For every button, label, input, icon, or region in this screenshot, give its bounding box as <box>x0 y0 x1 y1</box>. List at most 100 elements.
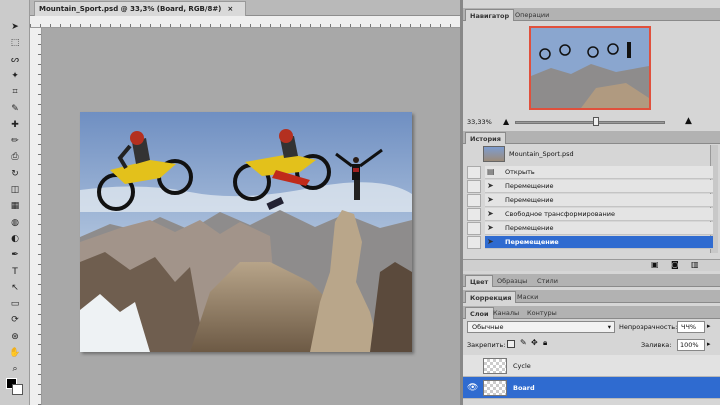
history-item-label: Перемещение <box>505 196 554 204</box>
history-tabs: История <box>463 131 720 144</box>
document-title: Mountain_Sport.psd @ 33,3% (Board, RGB/8… <box>39 5 222 13</box>
history-state-checkbox[interactable] <box>467 194 481 207</box>
zoom-out-icon[interactable]: ▲ <box>503 117 509 126</box>
adjustments-tabs: Коррекция Маски <box>463 290 720 303</box>
layer-name[interactable]: Cycle <box>513 355 531 377</box>
lasso-icon[interactable]: ᔕ <box>7 53 23 67</box>
history-item[interactable]: ➤ Перемещение <box>485 236 713 249</box>
zoom-in-icon[interactable]: ▲ <box>685 116 692 126</box>
history-state-checkbox[interactable] <box>467 180 481 193</box>
zoom-slider-handle[interactable] <box>593 117 599 126</box>
3d-rotate-icon[interactable]: ⟳ <box>7 313 23 327</box>
path-select-icon[interactable]: ↖ <box>7 281 23 295</box>
trash-icon[interactable]: ▥ <box>691 260 699 269</box>
vertical-ruler[interactable] <box>30 28 42 405</box>
lock-move-icon[interactable]: ✥ <box>531 338 538 347</box>
tab-operations[interactable]: Операции <box>511 9 553 21</box>
type-icon[interactable]: T <box>7 265 23 279</box>
visibility-eye-icon[interactable]: 👁︎ <box>467 381 479 395</box>
navigator-preview[interactable] <box>529 26 651 110</box>
layer-thumbnail[interactable] <box>483 380 507 396</box>
fill-field[interactable]: 100% <box>677 339 705 351</box>
fill-dropdown-icon[interactable]: ▸ <box>707 340 711 348</box>
history-state-checkbox[interactable] <box>467 166 481 179</box>
move-icon[interactable]: ➤ <box>7 20 23 34</box>
navigator-zoom-value[interactable]: 33,33% <box>467 118 492 126</box>
brush-icon[interactable]: ✏ <box>7 134 23 148</box>
blend-mode-value: Обычные <box>472 323 504 331</box>
zoom-slider[interactable] <box>515 121 665 124</box>
pen-icon[interactable]: ✒ <box>7 248 23 262</box>
history-footer <box>463 259 720 271</box>
gradient-icon[interactable]: ▦ <box>7 199 23 213</box>
healing-brush-icon[interactable]: ✚ <box>7 118 23 132</box>
tab-adjustments[interactable]: Коррекция <box>465 291 517 303</box>
open-document-icon: ▤ <box>487 167 495 176</box>
layer-row[interactable]: Cycle <box>463 355 720 377</box>
new-snapshot-icon[interactable]: ◙ <box>671 260 679 269</box>
tab-masks[interactable]: Маски <box>513 291 542 303</box>
move-tool-icon: ➤ <box>487 223 494 232</box>
opacity-label: Непрозрачность: <box>619 323 678 331</box>
color-tabs: Цвет Образцы Стили <box>463 274 720 287</box>
zoom-icon[interactable]: ⌕ <box>7 362 23 376</box>
history-state-checkbox[interactable] <box>467 208 481 221</box>
history-item[interactable]: ➤ Свободное трансформирование <box>485 208 713 221</box>
magic-wand-icon[interactable]: ✦ <box>7 69 23 83</box>
lock-brush-icon[interactable]: ✎ <box>520 338 527 347</box>
document-tab[interactable]: Mountain_Sport.psd @ 33,3% (Board, RGB/8… <box>34 1 246 16</box>
move-tool-icon: ➤ <box>487 237 494 246</box>
history-item-label: Перемещение <box>505 182 554 190</box>
history-item[interactable]: ➤ Перемещение <box>485 180 713 193</box>
layer-name[interactable]: Board <box>513 377 535 399</box>
tab-color[interactable]: Цвет <box>465 275 494 287</box>
history-item-label: Открыть <box>505 168 535 176</box>
tab-navigator[interactable]: Навигатор <box>465 9 515 21</box>
crop-icon[interactable]: ⌗ <box>7 85 23 99</box>
shape-icon[interactable]: ▭ <box>7 297 23 311</box>
layers-tabs: Слои Каналы Контуры <box>463 306 720 319</box>
eraser-icon[interactable]: ◫ <box>7 183 23 197</box>
history-state-checkbox[interactable] <box>467 222 481 235</box>
history-item[interactable]: ➤ Перемещение <box>485 194 713 207</box>
eyedropper-icon[interactable]: ✎ <box>7 102 23 116</box>
3d-orbit-icon[interactable]: ⊛ <box>7 330 23 344</box>
visibility-eye-icon[interactable] <box>467 359 479 373</box>
tab-paths[interactable]: Контуры <box>523 307 561 319</box>
history-brush-icon[interactable]: ↻ <box>7 167 23 181</box>
opacity-dropdown-icon[interactable]: ▸ <box>707 322 711 330</box>
fill-label: Заливка: <box>641 341 672 349</box>
opacity-field[interactable]: ЧЧ% <box>677 321 705 333</box>
dodge-icon[interactable]: ◐ <box>7 232 23 246</box>
layer-thumbnail[interactable] <box>483 358 507 374</box>
history-snapshot-thumb[interactable] <box>483 146 505 162</box>
tab-channels[interactable]: Каналы <box>489 307 523 319</box>
history-snapshot-name[interactable]: Mountain_Sport.psd <box>509 150 574 158</box>
tab-history[interactable]: История <box>465 132 506 144</box>
history-item[interactable]: ▤ Открыть <box>485 166 713 179</box>
history-item[interactable]: ➤ Перемещение <box>485 222 713 235</box>
tab-swatches[interactable]: Образцы <box>493 275 531 287</box>
horizontal-ruler[interactable] <box>30 16 460 28</box>
history-state-checkbox[interactable] <box>467 236 481 249</box>
history-item-label: Перемещение <box>505 238 559 246</box>
background-color-swatch[interactable] <box>12 384 23 395</box>
lock-transparency-icon[interactable] <box>507 340 515 348</box>
close-tab-icon[interactable]: × <box>227 5 233 13</box>
document-canvas[interactable] <box>80 112 412 352</box>
tab-styles[interactable]: Стили <box>533 275 562 287</box>
tools-panel: ➤ ⬚ ᔕ ✦ ⌗ ✎ ✚ ✏ ⎙ ↻ ◫ ▦ ◍ ◐ ✒ T ↖ ▭ ⟳ ⊛ ✋ ⌕ <box>0 0 30 405</box>
blur-icon[interactable]: ◍ <box>7 216 23 230</box>
panels-dock: Навигатор Операции 33,33% ▲ ▲ История Mo… <box>463 0 720 405</box>
blend-mode-select[interactable]: Обычные ▾ <box>467 321 615 333</box>
lock-all-icon[interactable]: 🔒︎ <box>543 338 547 348</box>
new-document-icon[interactable]: ▣ <box>651 260 659 269</box>
hand-icon[interactable]: ✋ <box>7 346 23 360</box>
layer-row[interactable]: 👁︎ Board <box>463 377 720 399</box>
clone-stamp-icon[interactable]: ⎙ <box>7 150 23 164</box>
move-tool-icon: ➤ <box>487 209 494 218</box>
marquee-icon[interactable]: ⬚ <box>7 36 23 50</box>
document-tab-bar: Mountain_Sport.psd @ 33,3% (Board, RGB/8… <box>30 0 460 16</box>
chevron-down-icon: ▾ <box>607 323 611 331</box>
move-tool-icon: ➤ <box>487 181 494 190</box>
